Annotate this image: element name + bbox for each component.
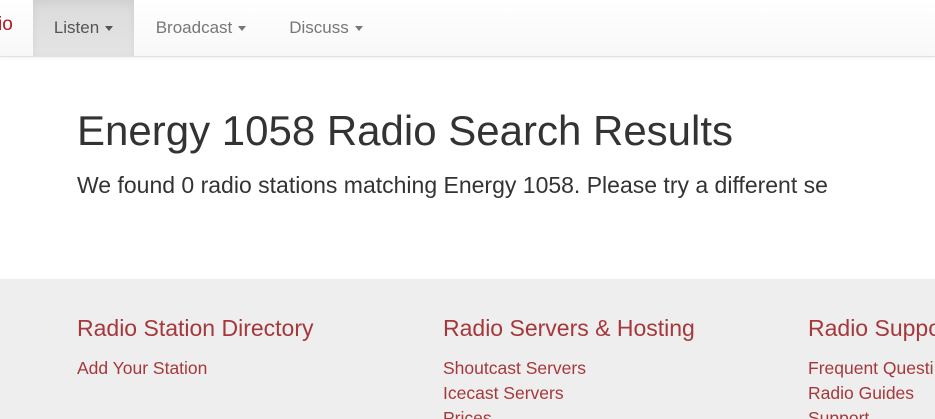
caret-down-icon xyxy=(105,25,114,31)
site-footer: Radio Station Directory Add Your Station… xyxy=(0,279,935,419)
nav-broadcast-dropdown[interactable]: Broadcast xyxy=(134,0,268,56)
page-title: Energy 1058 Radio Search Results xyxy=(77,107,734,154)
footer-heading: Radio Station Directory xyxy=(77,315,314,341)
footer-link-guides[interactable]: Radio Guides xyxy=(808,381,935,406)
brand-logo-text[interactable]: io xyxy=(0,14,13,36)
footer-link-shoutcast[interactable]: Shoutcast Servers xyxy=(443,356,695,381)
footer-heading: Radio Servers & Hosting xyxy=(443,315,695,341)
caret-down-icon xyxy=(354,25,363,31)
footer-link-faq[interactable]: Frequent Questi xyxy=(808,356,935,381)
footer-column-servers: Radio Servers & Hosting Shoutcast Server… xyxy=(443,315,695,419)
nav-broadcast-label: Broadcast xyxy=(155,18,233,37)
nav-listen-dropdown[interactable]: Listen xyxy=(33,0,134,56)
footer-heading: Radio Suppo xyxy=(808,315,935,341)
caret-down-icon xyxy=(238,25,247,31)
footer-link-support[interactable]: Support xyxy=(808,406,935,419)
footer-link-prices[interactable]: Prices xyxy=(443,406,695,419)
nav-discuss-label: Discuss xyxy=(289,18,349,37)
footer-column-directory: Radio Station Directory Add Your Station xyxy=(77,315,314,381)
footer-link-icecast[interactable]: Icecast Servers xyxy=(443,381,695,406)
top-navbar: io Listen Broadcast Discuss xyxy=(0,0,935,57)
search-results-message: We found 0 radio stations matching Energ… xyxy=(77,172,828,198)
nav-discuss-dropdown[interactable]: Discuss xyxy=(268,0,384,56)
footer-link-add-station[interactable]: Add Your Station xyxy=(77,356,314,381)
nav-listen-label: Listen xyxy=(53,18,100,37)
footer-column-support: Radio Suppo Frequent Questi Radio Guides… xyxy=(808,315,935,419)
